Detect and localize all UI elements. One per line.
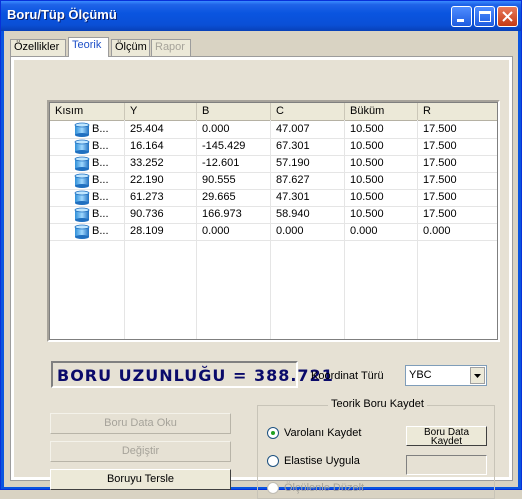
table-cell-y: 90.736 <box>130 208 164 220</box>
tab-panel-teorik: Kısım Y B C Büküm R B... 25.404 0.000 47.00 <box>10 56 513 499</box>
radio-save-existing[interactable] <box>267 427 279 439</box>
column-header-bukum[interactable]: Büküm <box>345 103 418 120</box>
table-cell-r: 17.500 <box>423 174 457 186</box>
group-title: Teorik Boru Kaydet <box>328 398 427 410</box>
table-cell-c: 47.007 <box>276 123 310 135</box>
column-header-b[interactable]: B <box>197 103 271 120</box>
close-icon <box>502 11 513 22</box>
table-cell-b: 166.973 <box>202 208 242 220</box>
column-header-y[interactable]: Y <box>125 103 197 120</box>
table-cell-b: 29.665 <box>202 191 236 203</box>
coordinate-type-label: Koordinat Türü <box>311 370 384 382</box>
table-header: Kısım Y B C Büküm R <box>50 103 497 121</box>
table-cell-r: 17.500 <box>423 191 457 203</box>
minimize-icon <box>457 19 464 22</box>
table-cell-kisim: B... <box>92 157 109 169</box>
table-cell-r: 17.500 <box>423 140 457 152</box>
table-cell-bukum: 0.000 <box>350 225 378 237</box>
pipe-length-display: BORU UZUNLUĞU = 388.721 <box>51 361 333 388</box>
column-header-kisim[interactable]: Kısım <box>50 103 125 120</box>
table-cell-kisim: B... <box>92 123 109 135</box>
radio-save-existing-label[interactable]: Varolanı Kaydet <box>284 427 361 439</box>
table-cell-y: 28.109 <box>130 225 164 237</box>
table-cell-c: 0.000 <box>276 225 304 237</box>
table-cell-c: 87.627 <box>276 174 310 186</box>
table-cell-bukum: 10.500 <box>350 157 384 169</box>
table-cell-c: 67.301 <box>276 140 310 152</box>
table-row[interactable]: B... 16.164 -145.429 67.301 10.500 17.500 <box>50 138 497 156</box>
minimize-button[interactable] <box>451 6 472 27</box>
read-pipe-data-button[interactable]: Boru Data Oku <box>50 413 231 434</box>
radio-correct-measured-label: Ölçülenle Düzelt <box>284 482 365 494</box>
table-cell-c: 57.190 <box>276 157 310 169</box>
table-cell-r: 17.500 <box>423 208 457 220</box>
table-cell-y: 22.190 <box>130 174 164 186</box>
table-cell-r: 0.000 <box>423 225 451 237</box>
save-pipe-data-button[interactable]: Boru Data Kaydet <box>406 426 487 446</box>
table-cell-r: 17.500 <box>423 123 457 135</box>
table-cell-bukum: 10.500 <box>350 140 384 152</box>
pipe-length-text: BORU UZUNLUĞU = 388.721 <box>57 366 334 385</box>
table-cell-r: 17.500 <box>423 157 457 169</box>
coordinate-type-value: YBC <box>409 369 432 381</box>
radio-apply-elastic-label[interactable]: Elastise Uygula <box>284 455 360 467</box>
save-theoretical-pipe-group: Teorik Boru Kaydet Varolanı Kaydet Elast… <box>257 398 495 499</box>
chevron-down-icon <box>474 374 481 378</box>
table-cell-bukum: 10.500 <box>350 123 384 135</box>
table-cell-kisim: B... <box>92 174 109 186</box>
window-title: Boru/Tüp Ölçümü <box>7 7 117 22</box>
table-cell-b: -145.429 <box>202 140 246 152</box>
app-window: Boru/Tüp Ölçümü Özellikler Teorik Ölçüm … <box>0 0 522 499</box>
table-cell-b: 0.000 <box>202 123 230 135</box>
table-cell-y: 25.404 <box>130 123 164 135</box>
table-row[interactable]: B... 33.252 -12.601 57.190 10.500 17.500 <box>50 155 497 173</box>
table-cell-y: 16.164 <box>130 140 164 152</box>
table-cell-y: 33.252 <box>130 157 164 169</box>
tab-teorik[interactable]: Teorik <box>68 37 109 57</box>
radio-apply-elastic[interactable] <box>267 455 279 467</box>
panel-body: Kısım Y B C Büküm R B... 25.404 0.000 47.00 <box>14 60 509 499</box>
table-cell-b: -12.601 <box>202 157 240 169</box>
tab-olcum[interactable]: Ölçüm <box>111 39 150 56</box>
maximize-button[interactable] <box>474 6 495 27</box>
table-cell-y: 61.273 <box>130 191 164 203</box>
radio-correct-measured <box>267 482 279 494</box>
maximize-icon <box>479 11 491 22</box>
table-cell-kisim: B... <box>92 191 109 203</box>
column-header-r[interactable]: R <box>418 103 497 120</box>
table-cell-b: 90.555 <box>202 174 236 186</box>
elastic-value-field[interactable] <box>406 455 487 475</box>
table-row[interactable]: B... 25.404 0.000 47.007 10.500 17.500 <box>50 121 497 139</box>
pipe-section-table[interactable]: Kısım Y B C Büküm R B... 25.404 0.000 47.00 <box>47 100 500 342</box>
title-bar[interactable]: Boru/Tüp Ölçümü <box>1 1 521 31</box>
column-header-c[interactable]: C <box>271 103 345 120</box>
table-cell-bukum: 10.500 <box>350 208 384 220</box>
table-cell-kisim: B... <box>92 208 109 220</box>
dropdown-button[interactable] <box>470 367 485 384</box>
table-cell-bukum: 10.500 <box>350 174 384 186</box>
reverse-pipe-button[interactable]: Boruyu Tersle <box>50 469 231 490</box>
table-row[interactable]: B... 28.109 0.000 0.000 0.000 0.000 <box>50 223 497 241</box>
change-button[interactable]: Değiştir <box>50 441 231 462</box>
client-area: Özellikler Teorik Ölçüm Rapor Kısım Y B … <box>4 31 518 499</box>
table-cell-b: 0.000 <box>202 225 230 237</box>
table-row[interactable]: B... 90.736 166.973 58.940 10.500 17.500 <box>50 206 497 224</box>
coordinate-type-select[interactable]: YBC <box>405 365 487 386</box>
table-cell-kisim: B... <box>92 225 109 237</box>
table-cell-bukum: 10.500 <box>350 191 384 203</box>
tab-rapor: Rapor <box>151 39 191 56</box>
table-row[interactable]: B... 22.190 90.555 87.627 10.500 17.500 <box>50 172 497 190</box>
table-cell-kisim: B... <box>92 140 109 152</box>
table-cell-c: 58.940 <box>276 208 310 220</box>
tab-ozellikler[interactable]: Özellikler <box>10 39 66 56</box>
save-button-line2: Kaydet <box>430 436 463 446</box>
table-cell-c: 47.301 <box>276 191 310 203</box>
table-row[interactable]: B... 61.273 29.665 47.301 10.500 17.500 <box>50 189 497 207</box>
close-button[interactable] <box>497 6 518 27</box>
